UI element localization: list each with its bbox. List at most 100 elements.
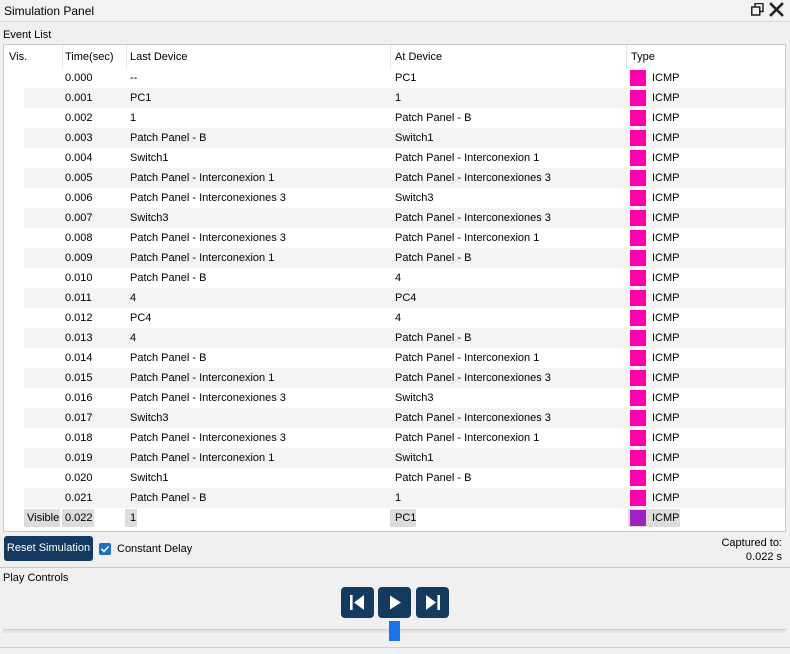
cell-type: ICMP	[652, 232, 680, 244]
table-row[interactable]: 0.005 Patch Panel - Interconexion 1 Patch …	[4, 168, 785, 188]
constant-delay-label[interactable]: Constant Delay	[117, 543, 192, 555]
table-row[interactable]: 0.007 Switch3 Patch Panel - Interconexione…	[4, 208, 785, 228]
type-color-swatch	[630, 90, 646, 106]
play-controls-label: Play Controls	[3, 572, 69, 584]
forward-icon	[426, 595, 440, 610]
table-row[interactable]: 0.008 Patch Panel - Interconexiones 3 Patc…	[4, 228, 785, 248]
vis-gutter	[4, 108, 24, 128]
vis-gutter	[4, 228, 24, 248]
table-row[interactable]: 0.018 Patch Panel - Interconexiones 3 Patc…	[4, 428, 785, 448]
cell-time: 0.014	[65, 352, 93, 364]
cell-last-device: PC4	[130, 312, 152, 324]
cell-at-device: Patch Panel - Interconexion 1	[395, 152, 540, 164]
cell-type: ICMP	[652, 332, 680, 344]
type-color-swatch	[630, 430, 646, 446]
cell-last-device: 1	[130, 112, 137, 124]
cell-type: ICMP	[652, 512, 680, 524]
table-row[interactable]: 0.002 1 Patch Panel - B ICMP	[4, 108, 785, 128]
table-row[interactable]: 0.019 Patch Panel - Interconexion 1 Switch…	[4, 448, 785, 468]
column-divider	[62, 45, 63, 68]
cell-type: ICMP	[652, 492, 680, 504]
type-color-swatch	[630, 310, 646, 326]
cell-at-device: Switch3	[395, 392, 434, 404]
cell-type: ICMP	[652, 92, 680, 104]
table-row[interactable]: 0.016 Patch Panel - Interconexiones 3 Swit…	[4, 388, 785, 408]
cell-last-device: 4	[130, 332, 137, 344]
cell-type: ICMP	[652, 252, 680, 264]
cell-time: 0.004	[65, 152, 93, 164]
column-header-last-device[interactable]: Last Device	[130, 51, 187, 63]
table-row[interactable]: 0.012 PC4 4 ICMP	[4, 308, 785, 328]
table-row[interactable]: 0.014 Patch Panel - B Patch Panel - Interc…	[4, 348, 785, 368]
column-header-at-device[interactable]: At Device	[395, 51, 442, 63]
cell-time: 0.008	[65, 232, 93, 244]
table-row[interactable]: 0.000 -- PC1 ICMP	[4, 68, 785, 88]
forward-button[interactable]	[416, 587, 449, 618]
cell-last-device: Patch Panel - Interconexion 1	[130, 172, 275, 184]
cell-last-device: Patch Panel - Interconexion 1	[130, 252, 275, 264]
vis-gutter	[4, 488, 24, 508]
vis-gutter	[4, 188, 24, 208]
table-row[interactable]: 0.006 Patch Panel - Interconexiones 3 Swit…	[4, 188, 785, 208]
table-row[interactable]: Visible 0.022 1 PC1 ICMP	[4, 508, 785, 528]
cell-last-device: Patch Panel - Interconexion 1	[130, 452, 275, 464]
table-row[interactable]: 0.017 Switch3 Patch Panel - Interconexione…	[4, 408, 785, 428]
play-icon	[390, 595, 401, 610]
table-row[interactable]: 0.001 PC1 1 ICMP	[4, 88, 785, 108]
vis-gutter	[4, 428, 24, 448]
play-button[interactable]	[378, 587, 411, 618]
cell-type: ICMP	[652, 172, 680, 184]
cell-time: 0.009	[65, 252, 93, 264]
type-color-swatch	[630, 70, 646, 86]
close-icon[interactable]	[769, 2, 784, 17]
cell-at-device: PC4	[395, 292, 417, 304]
type-color-swatch	[630, 470, 646, 486]
table-header: Vis. Time(sec) Last Device At Device Typ…	[4, 45, 785, 69]
vis-gutter	[4, 168, 24, 188]
cell-last-device: Switch1	[130, 152, 169, 164]
cell-at-device: PC1	[395, 72, 417, 84]
table-row[interactable]: 0.010 Patch Panel - B 4 ICMP	[4, 268, 785, 288]
type-color-swatch	[630, 130, 646, 146]
cell-type: ICMP	[652, 272, 680, 284]
cell-last-device: Patch Panel - B	[130, 272, 207, 284]
cell-type: ICMP	[652, 412, 680, 424]
type-color-swatch	[630, 230, 646, 246]
column-header-vis[interactable]: Vis.	[9, 51, 27, 63]
cell-at-device: Patch Panel - Interconexion 1	[395, 432, 540, 444]
captured-value: 0.022 s	[745, 551, 782, 563]
constant-delay-checkbox[interactable]	[99, 543, 111, 555]
table-row[interactable]: 0.004 Switch1 Patch Panel - Interconexion …	[4, 148, 785, 168]
type-color-swatch	[630, 490, 646, 506]
table-row[interactable]: 0.021 Patch Panel - B 1 ICMP	[4, 488, 785, 508]
back-button[interactable]	[341, 587, 374, 618]
captured-status: Captured to: 0.022 s	[721, 536, 782, 564]
vis-gutter	[4, 408, 24, 428]
table-row[interactable]: 0.009 Patch Panel - Interconexion 1 Patch …	[4, 248, 785, 268]
cell-at-device: Patch Panel - B	[395, 112, 472, 124]
type-color-swatch	[630, 190, 646, 206]
cell-last-device: --	[130, 72, 138, 84]
reset-simulation-button[interactable]: Reset Simulation	[4, 536, 93, 561]
vis-gutter	[4, 128, 24, 148]
cell-last-device: 4	[130, 292, 137, 304]
cell-time: 0.005	[65, 172, 93, 184]
cell-at-device: Patch Panel - Interconexiones 3	[395, 372, 551, 384]
cell-time: 0.018	[65, 432, 93, 444]
restore-icon[interactable]	[751, 3, 764, 16]
cell-at-device: PC1	[395, 512, 417, 524]
table-row[interactable]: 0.011 4 PC4 ICMP	[4, 288, 785, 308]
cell-at-device: Patch Panel - Interconexiones 3	[395, 412, 551, 424]
table-row[interactable]: 0.013 4 Patch Panel - B ICMP	[4, 328, 785, 348]
column-header-type[interactable]: Type	[631, 51, 655, 63]
column-header-time[interactable]: Time(sec)	[65, 51, 113, 63]
table-row[interactable]: 0.015 Patch Panel - Interconexion 1 Patch …	[4, 368, 785, 388]
cell-time: 0.015	[65, 372, 93, 384]
type-color-swatch	[630, 270, 646, 286]
table-row[interactable]: 0.003 Patch Panel - B Switch1 ICMP	[4, 128, 785, 148]
window-titlebar: Simulation Panel	[0, 0, 790, 22]
type-color-swatch	[630, 370, 646, 386]
column-divider	[626, 45, 627, 68]
playback-slider-thumb[interactable]	[389, 621, 400, 641]
table-row[interactable]: 0.020 Switch1 Patch Panel - B ICMP	[4, 468, 785, 488]
